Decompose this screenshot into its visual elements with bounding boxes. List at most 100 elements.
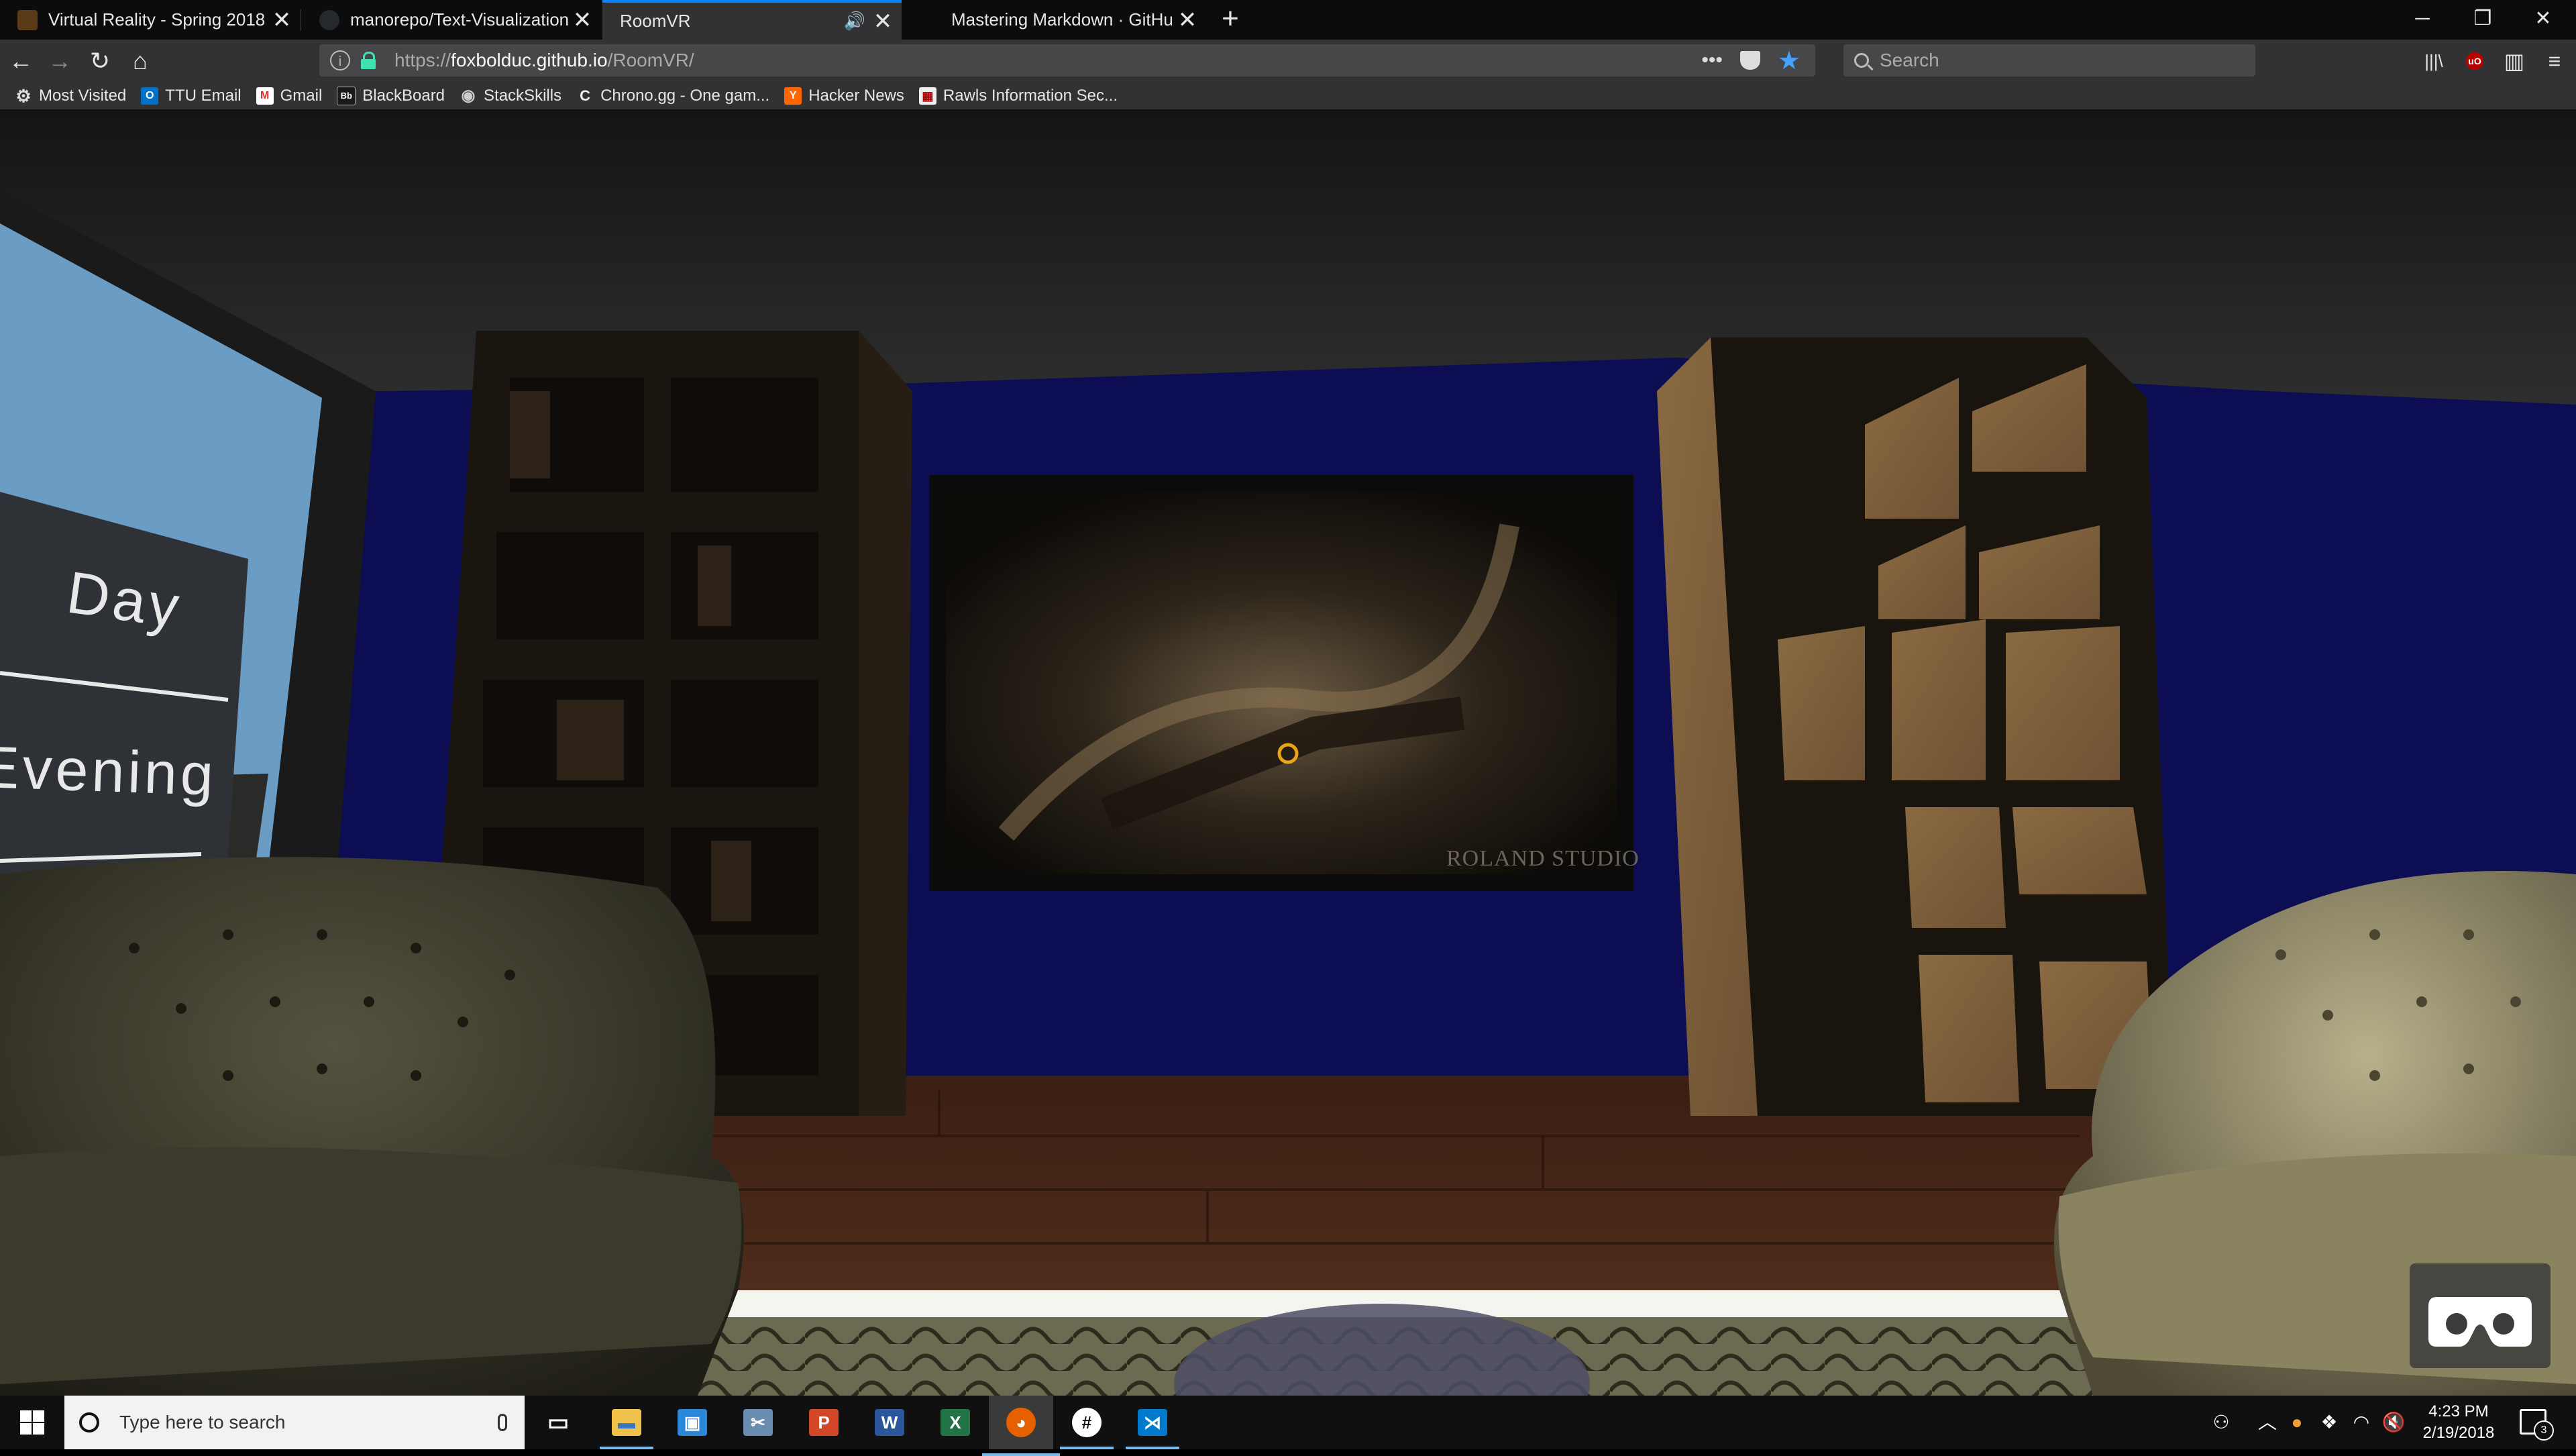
reload-button[interactable]: ↻ — [83, 45, 117, 77]
search-placeholder: Search — [1880, 50, 1939, 70]
rawls-icon: ▦ — [918, 87, 936, 105]
volume-muted-icon[interactable]: 🔇 — [2380, 1396, 2407, 1449]
bookmark-ttu-email[interactable]: O TTU Email — [141, 87, 241, 105]
outlook-icon: O — [141, 87, 159, 105]
tab-close-icon[interactable]: ✕ — [1174, 7, 1201, 34]
minimize-button[interactable]: ─ — [2392, 0, 2453, 40]
bookmark-most-visited[interactable]: ⚙ Most Visited — [15, 87, 126, 105]
speaker-icon[interactable]: 🔊 — [844, 11, 865, 32]
taskbar-slack[interactable]: # — [1060, 1402, 1114, 1449]
weather-icon[interactable]: ● — [2284, 1396, 2310, 1449]
show-hidden-icons-icon[interactable]: ︿ — [2254, 1396, 2281, 1449]
close-window-button[interactable]: ✕ — [2513, 0, 2573, 40]
bookmark-chrono[interactable]: C Chrono.gg - One gam... — [576, 87, 769, 105]
hamburger-menu-icon[interactable]: ≡ — [2538, 45, 2571, 77]
taskbar-search-placeholder: Type here to search — [119, 1412, 286, 1433]
microphone-icon[interactable] — [498, 1414, 507, 1431]
page-actions: ••• ★ — [1701, 46, 1801, 76]
tab-close-icon[interactable]: ✕ — [869, 8, 896, 35]
github-favicon-icon — [920, 9, 941, 30]
back-button[interactable]: ← — [4, 45, 38, 77]
tab-title: Virtual Reality - Spring 2018 — [48, 9, 266, 30]
tab-bar: Virtual Reality - Spring 2018 ✕ manorepo… — [0, 0, 2576, 40]
cortana-icon — [79, 1412, 99, 1433]
ublock-icon[interactable]: uO — [2466, 52, 2483, 70]
word-icon: W — [875, 1409, 904, 1436]
people-icon[interactable]: ⚇ — [2204, 1396, 2238, 1449]
remote-desktop-icon: ▣ — [678, 1409, 707, 1436]
taskbar-file-explorer[interactable]: ▬ — [600, 1402, 653, 1449]
vscode-icon: ⋊ — [1138, 1409, 1167, 1436]
bookmark-hacker-news[interactable]: Y Hacker News — [784, 87, 904, 105]
blackboard-icon: Bb — [337, 87, 356, 105]
search-icon — [1854, 53, 1869, 68]
system-clock[interactable]: 4:23 PM 2/19/2018 — [2408, 1401, 2509, 1444]
github-favicon-icon — [319, 9, 339, 30]
clock-date: 2/19/2018 — [2422, 1424, 2495, 1442]
bookmark-label: StackSkills — [484, 87, 562, 105]
tab-favicon-icon — [17, 9, 38, 30]
url-bar[interactable]: i https://foxbolduc.github.io/RoomVR/ ••… — [319, 44, 1815, 76]
bookmark-blackboard[interactable]: Bb BlackBoard — [337, 87, 445, 105]
bookmark-label: Rawls Information Sec... — [943, 87, 1118, 105]
gmail-icon: M — [256, 87, 274, 105]
stackskills-icon: ◉ — [461, 87, 476, 105]
tab-title: RoomVR — [620, 11, 691, 31]
tab-text-visualization[interactable]: manorepo/Text-Visualization ✕ — [302, 0, 601, 40]
gear-icon: ⚙ — [15, 86, 32, 106]
action-center-icon[interactable]: 3 — [2520, 1409, 2554, 1441]
bookmark-gmail[interactable]: M Gmail — [256, 87, 323, 105]
tab-close-icon[interactable]: ✕ — [569, 7, 596, 34]
notification-count-badge: 3 — [2534, 1420, 2554, 1441]
task-view-icon: ▭ — [547, 1410, 570, 1435]
new-tab-button[interactable]: + — [1212, 0, 1249, 40]
enter-vr-button[interactable] — [2410, 1263, 2551, 1368]
hackernews-icon: Y — [784, 87, 802, 105]
restore-button[interactable]: ❐ — [2453, 0, 2513, 40]
taskbar-snipping-tool[interactable]: ✂ — [738, 1402, 778, 1443]
library-icon[interactable]: |||\ — [2418, 45, 2450, 77]
tv-watermark: ROLAND STUDIO — [1446, 846, 1640, 871]
taskbar-word[interactable]: W — [869, 1402, 910, 1443]
wifi-icon[interactable]: ◠ — [2348, 1396, 2375, 1449]
taskbar-search-box[interactable]: Type here to search — [64, 1396, 525, 1449]
vr-menu-evening-option[interactable]: Evening — [0, 733, 218, 809]
tab-roomvr[interactable]: RoomVR 🔊 ✕ — [602, 0, 902, 40]
taskbar-powerpoint[interactable]: P — [804, 1402, 844, 1443]
bookmark-stackskills[interactable]: ◉ StackSkills — [460, 87, 562, 105]
clock-time: 4:23 PM — [2428, 1402, 2489, 1420]
page-actions-menu-icon[interactable]: ••• — [1701, 49, 1723, 72]
taskbar-vscode[interactable]: ⋊ — [1126, 1402, 1179, 1449]
firefox-icon: ◕ — [1006, 1408, 1036, 1437]
tab-mastering-markdown[interactable]: Mastering Markdown · GitHub ✕ — [903, 0, 1206, 40]
search-bar[interactable]: Search — [1843, 44, 2255, 76]
sidebar-icon[interactable]: ▥ — [2498, 45, 2530, 77]
bookmark-label: TTU Email — [165, 87, 241, 105]
bookmark-label: BlackBoard — [362, 87, 445, 105]
task-view-button[interactable]: ▭ — [538, 1402, 578, 1443]
tab-title: manorepo/Text-Visualization — [350, 9, 569, 30]
pocket-icon[interactable] — [1739, 51, 1760, 70]
tab-title: Mastering Markdown · GitHub — [951, 9, 1174, 30]
room-render — [0, 109, 2576, 1396]
bookmark-label: Gmail — [280, 87, 323, 105]
bookmark-star-icon[interactable]: ★ — [1778, 46, 1801, 76]
dropbox-icon[interactable]: ❖ — [2316, 1396, 2343, 1449]
bookmark-rawls[interactable]: ▦ Rawls Information Sec... — [918, 87, 1118, 105]
vr-scene-canvas[interactable]: Day Evening ROLAND STUDIO — [0, 109, 2576, 1396]
bookmark-label: Chrono.gg - One gam... — [600, 87, 770, 105]
tab-virtual-reality[interactable]: Virtual Reality - Spring 2018 ✕ — [0, 0, 301, 40]
taskbar-excel[interactable]: X — [935, 1402, 975, 1443]
home-button[interactable]: ⌂ — [123, 45, 157, 77]
tab-close-icon[interactable]: ✕ — [268, 7, 295, 34]
forward-button[interactable]: → — [43, 45, 76, 77]
bookmarks-toolbar: ⚙ Most Visited O TTU Email M Gmail Bb Bl… — [0, 83, 2576, 109]
site-info-icon[interactable]: i — [330, 50, 350, 70]
windows-taskbar: Type here to search ▭ ▬ ▣ ✂ P W X ◕ # ⋊ … — [0, 1396, 2576, 1456]
taskbar-firefox[interactable]: ◕ — [982, 1396, 1060, 1456]
taskbar-remote-desktop[interactable]: ▣ — [672, 1402, 712, 1443]
bookmark-label: Most Visited — [39, 87, 127, 105]
url-text[interactable]: https://foxbolduc.github.io/RoomVR/ — [394, 50, 694, 71]
start-button[interactable] — [0, 1396, 64, 1449]
folder-icon: ▬ — [612, 1409, 641, 1436]
